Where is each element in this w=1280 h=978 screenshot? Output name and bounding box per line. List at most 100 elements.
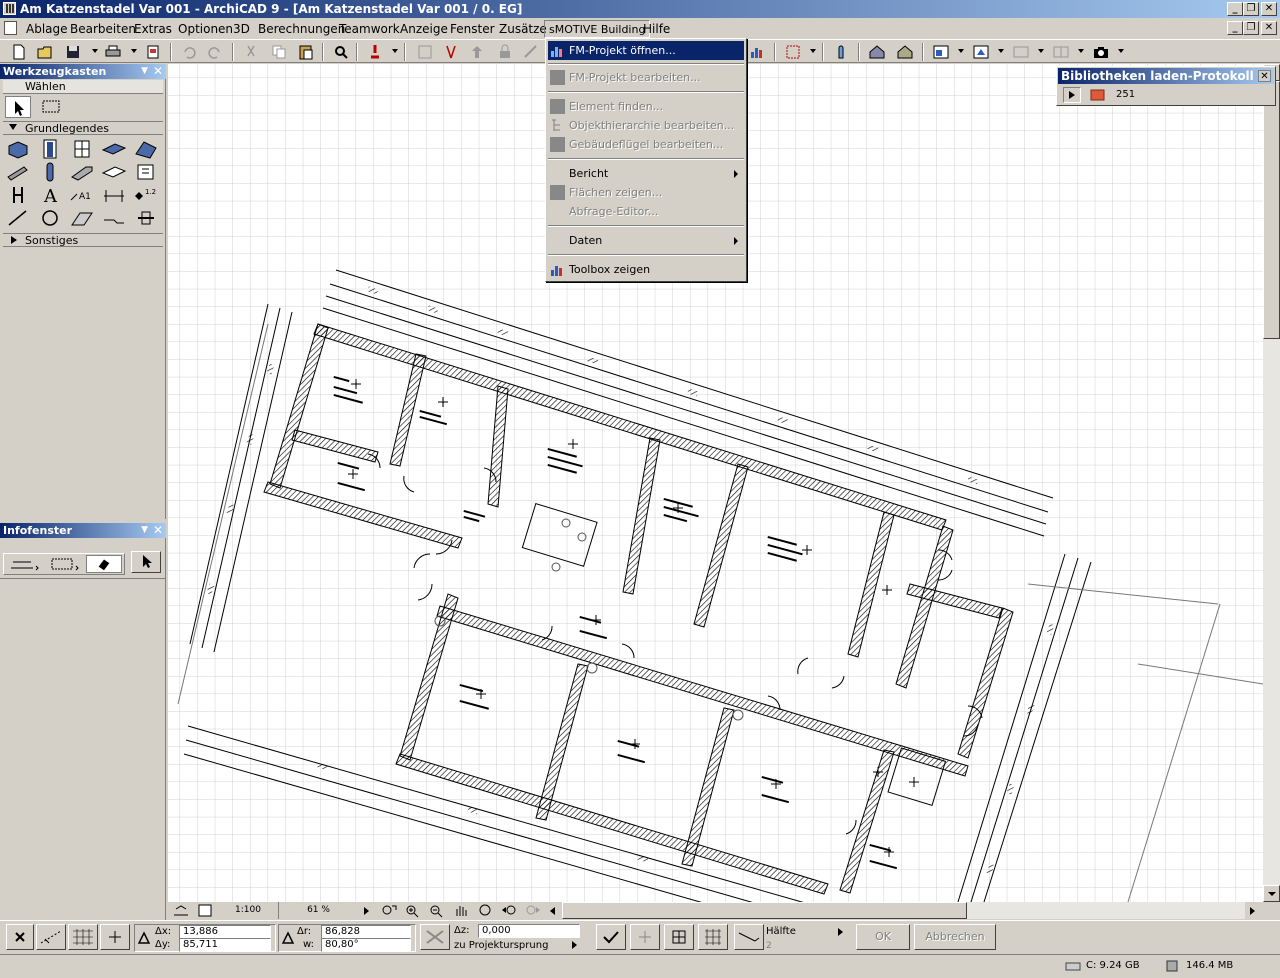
label-tool[interactable]: A1 — [69, 184, 95, 206]
lock-icon[interactable] — [496, 43, 514, 61]
panel-collapse-icon[interactable]: ▼ — [141, 523, 148, 538]
group-icon[interactable] — [416, 43, 434, 61]
paste-icon[interactable] — [297, 43, 315, 61]
zoom-menu-arrow-icon[interactable] — [364, 907, 369, 915]
previous-zoom-icon[interactable] — [500, 903, 518, 918]
menu-3d[interactable]: 3D — [229, 20, 254, 38]
smotive-chart-icon[interactable] — [748, 43, 766, 61]
menu-extras[interactable]: Extras — [130, 20, 176, 38]
doc-restore-button[interactable]: ❐ — [1243, 21, 1259, 35]
special-snap-button[interactable] — [630, 924, 660, 950]
print-dropdown-icon[interactable] — [131, 49, 137, 53]
infobox-titlebar[interactable]: Infofenster ▼ ✕ — [0, 523, 166, 538]
zoom-out-icon[interactable] — [428, 903, 446, 918]
section-dropdown-icon[interactable] — [998, 49, 1004, 53]
horizontal-scroll-thumb[interactable] — [562, 902, 967, 919]
abbrechen-button[interactable]: Abbrechen — [914, 924, 996, 950]
cancel-input-button[interactable] — [6, 924, 34, 950]
cut-icon[interactable] — [242, 43, 260, 61]
fit-in-window-icon[interactable] — [380, 903, 398, 918]
trace-icon[interactable] — [522, 43, 540, 61]
camera-icon[interactable] — [1092, 43, 1110, 61]
object-tool[interactable] — [5, 184, 31, 206]
relative-construction-button[interactable] — [100, 924, 130, 950]
save-icon[interactable] — [64, 43, 82, 61]
next-zoom-icon[interactable] — [524, 903, 542, 918]
new-file-icon[interactable] — [10, 43, 28, 61]
dr-field[interactable]: 86,828 — [321, 925, 411, 939]
menu-item-toolbox-zeigen[interactable]: Toolbox zeigen — [548, 260, 744, 279]
section-view-icon[interactable] — [972, 43, 990, 61]
menu-item-objekthierarchie[interactable]: Objekthierarchie bearbeiten... — [548, 116, 744, 135]
vertical-scrollbar[interactable] — [1263, 64, 1280, 902]
zone-tool[interactable] — [133, 161, 159, 183]
scroll-down-button[interactable] — [1263, 885, 1280, 902]
vertical-scroll-thumb[interactable] — [1263, 81, 1280, 339]
camera-dropdown-icon[interactable] — [1118, 49, 1124, 53]
gravity-button[interactable] — [68, 924, 98, 950]
zoom-display[interactable]: 61 % — [278, 902, 358, 919]
doc-close-button[interactable]: ✕ — [1261, 21, 1277, 35]
open-folder-icon[interactable] — [36, 43, 54, 61]
document-icon[interactable] — [4, 21, 17, 35]
menu-anzeige[interactable]: Anzeige — [396, 20, 452, 38]
text-tool[interactable]: A — [37, 184, 63, 207]
find-select-icon[interactable] — [332, 43, 350, 61]
marquee-icon[interactable] — [784, 43, 802, 61]
reference-label[interactable]: zu Projektursprung — [454, 940, 548, 952]
dimension-tool[interactable] — [101, 184, 127, 206]
dy-field[interactable]: 85,711 — [179, 938, 271, 952]
ok-button[interactable]: OK — [856, 924, 910, 950]
layer-combo-icon[interactable] — [172, 903, 190, 918]
section-grundlegendes[interactable]: Grundlegendes — [3, 121, 163, 135]
stair-tool[interactable] — [69, 161, 95, 183]
geometry-method-icon[interactable] — [7, 556, 41, 572]
menu-fenster[interactable]: Fenster — [446, 20, 499, 38]
column-tool[interactable] — [37, 161, 63, 183]
slab-tool[interactable] — [101, 138, 127, 160]
spline-tool[interactable] — [101, 207, 127, 229]
elevation-view-icon[interactable] — [1012, 43, 1030, 61]
panel-close-icon[interactable]: ✕ — [153, 64, 163, 79]
construction-grid-button[interactable] — [698, 924, 728, 950]
save-dropdown-icon[interactable] — [92, 49, 98, 53]
elevation-dropdown-icon[interactable] — [1038, 49, 1044, 53]
parameters-dropdown-icon[interactable] — [392, 49, 398, 53]
layout-dropdown-icon[interactable] — [1078, 49, 1084, 53]
view-dropdown-icon[interactable] — [958, 49, 964, 53]
circle-tool[interactable] — [37, 207, 63, 229]
dx-field[interactable]: 13,886 — [179, 925, 271, 939]
window-tool[interactable] — [69, 138, 95, 160]
copy-icon[interactable] — [270, 43, 288, 61]
layout-view-icon[interactable] — [1052, 43, 1070, 61]
bring-forward-icon[interactable] — [468, 43, 486, 61]
menu-item-fm-projekt-oeffnen[interactable]: FM-Projekt öffnen... — [548, 41, 744, 60]
menu-item-flaechen-zeigen[interactable]: Flächen zeigen... — [548, 183, 744, 202]
hand-pointer-icon[interactable] — [832, 43, 850, 61]
floor-plan-view-icon[interactable] — [932, 43, 950, 61]
section-sonstiges[interactable]: Sonstiges — [3, 233, 163, 247]
menu-item-fm-projekt-bearbeiten[interactable]: FM-Projekt bearbeiten... — [548, 68, 744, 87]
close-button[interactable]: ✕ — [1261, 2, 1277, 16]
z-reference-button[interactable] — [420, 924, 450, 950]
menu-bearbeiten[interactable]: Bearbeiten — [66, 20, 140, 38]
menu-item-daten[interactable]: Daten — [548, 231, 744, 250]
rectangle-method-icon[interactable] — [47, 556, 81, 572]
menu-item-gebaeudefluegel[interactable]: Gebäudeflügel bearbeiten... — [548, 135, 744, 154]
reference-menu-arrow-icon[interactable] — [572, 941, 577, 949]
floor-up-icon[interactable] — [868, 43, 886, 61]
line-tool[interactable] — [5, 207, 31, 229]
menu-teamwork[interactable]: Teamwork — [335, 20, 404, 38]
zoom-in-icon[interactable] — [404, 903, 422, 918]
library-report-close-icon[interactable]: ✕ — [1258, 70, 1271, 82]
panel-collapse-icon[interactable]: ▼ — [141, 64, 148, 79]
floor-down-icon[interactable] — [896, 43, 914, 61]
marquee-dropdown-icon[interactable] — [810, 49, 816, 53]
arrow-tool[interactable] — [5, 96, 31, 118]
expand-report-button[interactable] — [1063, 87, 1081, 103]
scroll-right-arrow-icon[interactable] — [1250, 907, 1255, 915]
doc-minimize-button[interactable]: _ — [1227, 21, 1243, 35]
door-tool[interactable] — [37, 138, 63, 160]
menu-zusaetze[interactable]: Zusätze — [495, 20, 551, 38]
pick-up-parameters-icon[interactable] — [366, 43, 384, 61]
